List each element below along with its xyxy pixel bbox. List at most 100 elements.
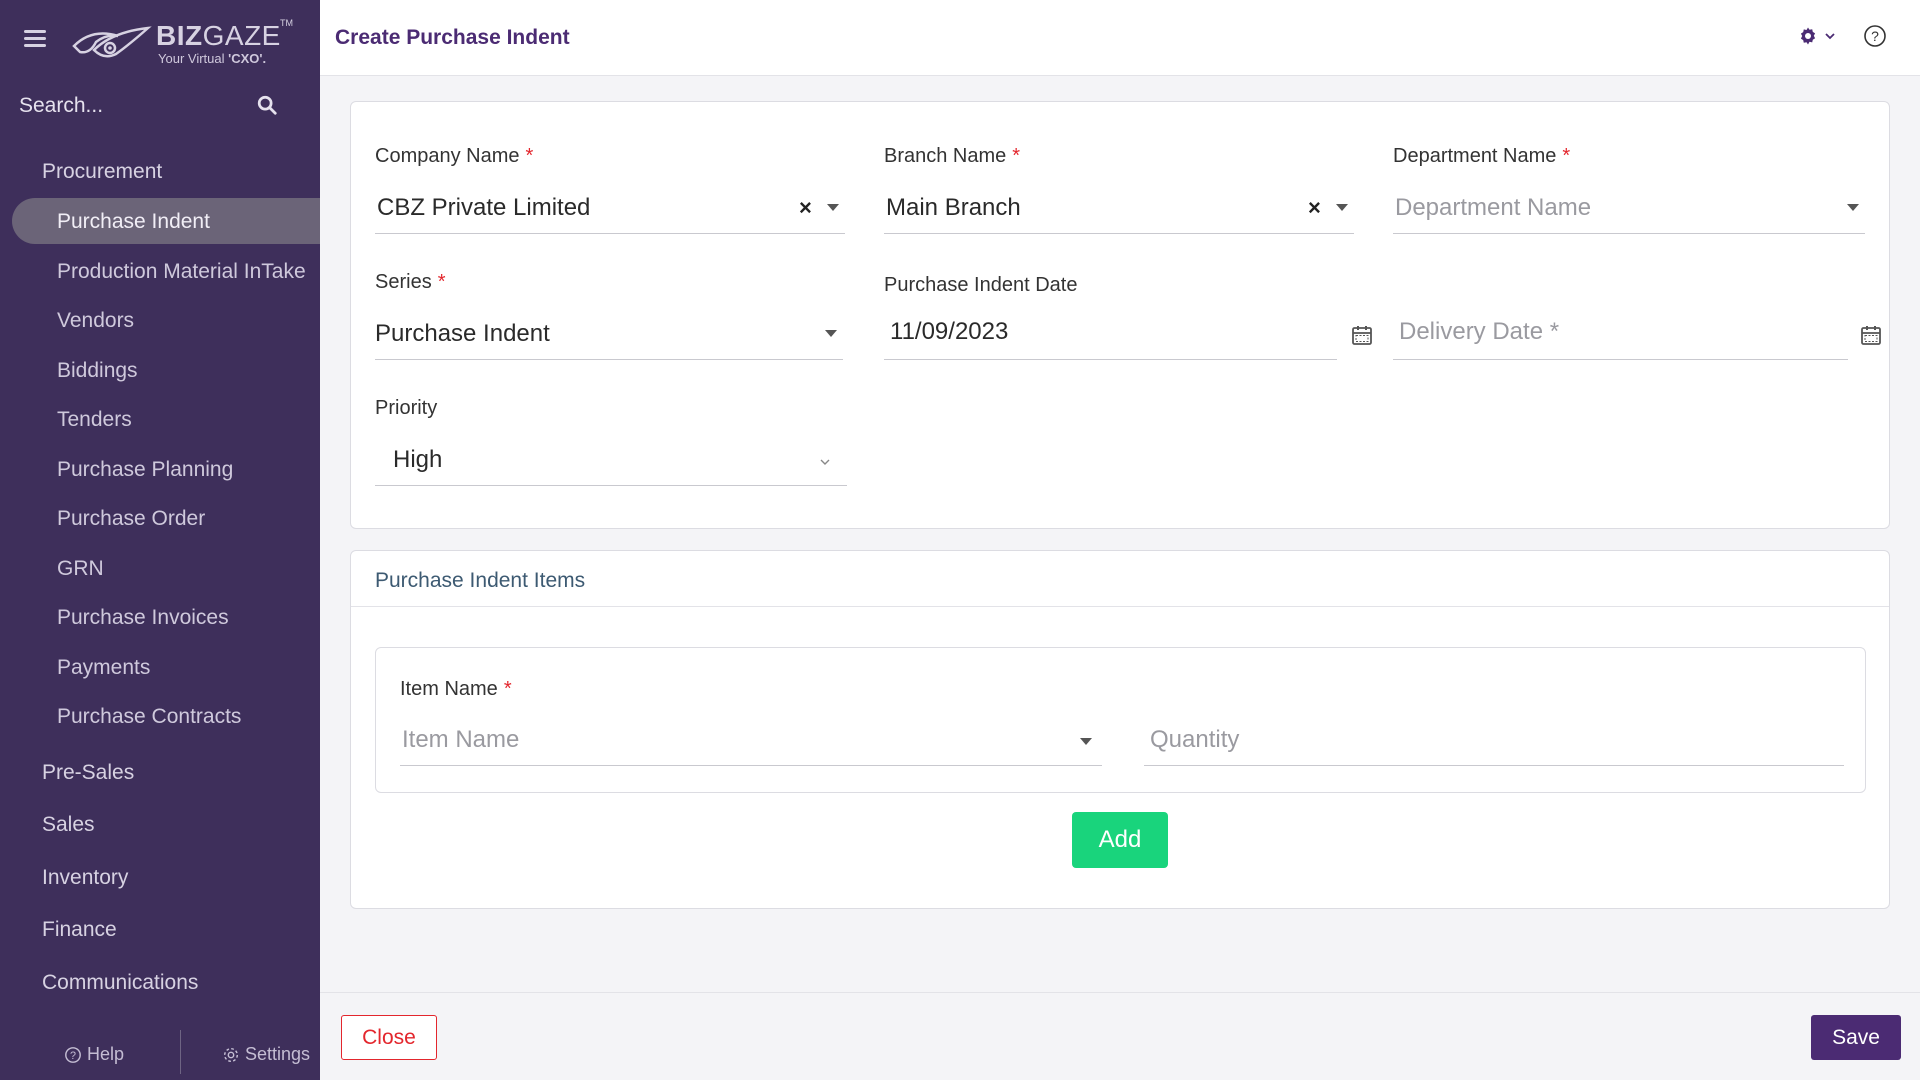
close-button[interactable]: Close	[341, 1015, 437, 1060]
nav-item-biddings[interactable]: Biddings	[57, 359, 138, 383]
nav-section-inventory[interactable]: Inventory	[42, 866, 128, 890]
company-name-caret-icon[interactable]	[827, 204, 839, 211]
nav-item-tenders[interactable]: Tenders	[57, 408, 132, 432]
main-content: Create Purchase Indent ? Company Name * C…	[320, 0, 1920, 1080]
help-label: Help	[87, 1044, 125, 1064]
search-input[interactable]	[19, 90, 249, 122]
sidebar-header: BIZGAZE TM Your Virtual 'CXO'.	[0, 0, 320, 80]
hamburger-menu-icon[interactable]	[24, 30, 46, 48]
settings-link[interactable]: Settings	[222, 1044, 310, 1065]
search-icon[interactable]	[256, 94, 278, 116]
company-name-required-mark: *	[525, 145, 534, 167]
gear-icon	[1800, 27, 1816, 45]
nav-section-sales[interactable]: Sales	[42, 813, 95, 837]
quantity-input[interactable]: Quantity	[1144, 714, 1844, 766]
save-button[interactable]: Save	[1811, 1015, 1901, 1060]
nav-item-payments[interactable]: Payments	[57, 656, 150, 680]
nav-item-production-material-intake[interactable]: Production Material InTake	[57, 260, 306, 284]
nav-item-purchase-indent[interactable]: Purchase Indent	[57, 210, 210, 234]
indent-date-label: Purchase Indent Date	[884, 274, 1078, 296]
items-section-title: Purchase Indent Items	[375, 569, 586, 592]
quantity-placeholder: Quantity	[1150, 726, 1240, 753]
item-name-placeholder: Item Name	[402, 726, 520, 753]
sidebar-footer: ? Help Settings	[0, 1030, 320, 1080]
nav-section-pre-sales[interactable]: Pre-Sales	[42, 761, 134, 785]
priority-select[interactable]: High	[375, 434, 847, 486]
series-caret-icon[interactable]	[825, 330, 837, 337]
delivery-date-calendar-icon[interactable]	[1860, 324, 1882, 346]
priority-chevron-down-icon[interactable]	[819, 456, 831, 468]
items-section-divider	[351, 606, 1889, 607]
indent-date-calendar-icon[interactable]	[1351, 324, 1373, 346]
department-name-placeholder: Department Name	[1395, 194, 1592, 221]
series-required-mark: *	[437, 271, 446, 293]
logo-name-light: GAZE	[202, 20, 281, 51]
page-settings-dropdown[interactable]	[1798, 26, 1836, 46]
company-name-label-text: Company Name	[375, 145, 520, 167]
logo-tagline-bold: 'CXO'.	[228, 51, 267, 66]
company-name-label: Company Name *	[375, 145, 533, 168]
settings-gear-icon	[223, 1047, 239, 1062]
action-bar: Close Save	[320, 992, 1920, 1080]
nav-section-procurement[interactable]: Procurement	[42, 160, 162, 184]
page-title: Create Purchase Indent	[335, 26, 570, 49]
indent-details-card: Company Name * CBZ Private Limited × Bran…	[350, 101, 1890, 529]
chevron-down-icon	[1825, 33, 1835, 40]
series-label: Series *	[375, 271, 446, 294]
nav-item-grn[interactable]: GRN	[57, 557, 104, 581]
priority-label: Priority	[375, 397, 438, 419]
bizgaze-logo[interactable]: BIZGAZE TM Your Virtual 'CXO'.	[72, 18, 293, 68]
logo-tagline: Your Virtual 'CXO'.	[158, 51, 266, 66]
company-name-select[interactable]: CBZ Private Limited ×	[375, 182, 845, 234]
svg-text:?: ?	[70, 1050, 76, 1062]
nav-item-purchase-planning[interactable]: Purchase Planning	[57, 458, 233, 482]
department-name-label-text: Department Name	[1393, 145, 1557, 167]
item-name-required-mark: *	[503, 678, 512, 700]
nav-item-purchase-contracts[interactable]: Purchase Contracts	[57, 705, 241, 729]
settings-label: Settings	[245, 1044, 311, 1064]
nav-item-purchase-order[interactable]: Purchase Order	[57, 507, 205, 531]
series-label-text: Series	[375, 271, 432, 293]
branch-name-label: Branch Name *	[884, 145, 1020, 168]
department-name-select[interactable]: Department Name	[1393, 182, 1865, 234]
department-name-required-mark: *	[1562, 145, 1571, 167]
item-name-label-text: Item Name	[400, 678, 498, 700]
help-circle-icon: ?	[65, 1046, 81, 1063]
item-name-caret-icon[interactable]	[1080, 738, 1092, 745]
branch-name-required-mark: *	[1012, 145, 1021, 167]
help-question-icon[interactable]: ?	[1863, 24, 1887, 48]
delivery-date-input[interactable]: Delivery Date *	[1393, 308, 1848, 360]
branch-name-clear-icon[interactable]: ×	[1308, 195, 1321, 221]
series-select[interactable]: Purchase Indent	[375, 308, 843, 360]
logo-trademark: TM	[280, 18, 293, 28]
logo-name-bold: BIZ	[156, 20, 203, 51]
company-name-value: CBZ Private Limited	[377, 194, 591, 221]
branch-name-label-text: Branch Name	[884, 145, 1007, 167]
sidebar-search	[0, 84, 320, 128]
nav-section-finance[interactable]: Finance	[42, 918, 117, 942]
department-name-caret-icon[interactable]	[1847, 204, 1859, 211]
item-name-select[interactable]: Item Name	[400, 714, 1102, 766]
logo-tagline-prefix: Your Virtual	[158, 51, 229, 66]
priority-value: High	[393, 446, 443, 473]
branch-name-value: Main Branch	[886, 194, 1021, 221]
nav-item-purchase-invoices[interactable]: Purchase Invoices	[57, 606, 229, 630]
help-link[interactable]: ? Help	[64, 1044, 124, 1065]
logo-eye-icon	[72, 26, 152, 58]
logo-wordmark: BIZGAZE	[156, 20, 281, 52]
indent-date-input[interactable]: 11/09/2023	[884, 308, 1337, 360]
branch-name-caret-icon[interactable]	[1336, 204, 1348, 211]
nav-section-communications[interactable]: Communications	[42, 971, 198, 995]
company-name-clear-icon[interactable]: ×	[799, 195, 812, 221]
nav-item-vendors[interactable]: Vendors	[57, 309, 134, 333]
add-item-button[interactable]: Add	[1072, 812, 1168, 868]
item-entry-row: Item Name * Item Name Quantity	[375, 647, 1866, 793]
top-bar: Create Purchase Indent ?	[320, 0, 1920, 76]
branch-name-select[interactable]: Main Branch ×	[884, 182, 1354, 234]
svg-text:?: ?	[1871, 28, 1879, 44]
department-name-label: Department Name *	[1393, 145, 1570, 168]
indent-date-value: 11/09/2023	[890, 318, 1009, 345]
sidebar: BIZGAZE TM Your Virtual 'CXO'. Procureme…	[0, 0, 320, 1080]
series-value: Purchase Indent	[375, 320, 550, 347]
footer-divider	[180, 1030, 181, 1074]
